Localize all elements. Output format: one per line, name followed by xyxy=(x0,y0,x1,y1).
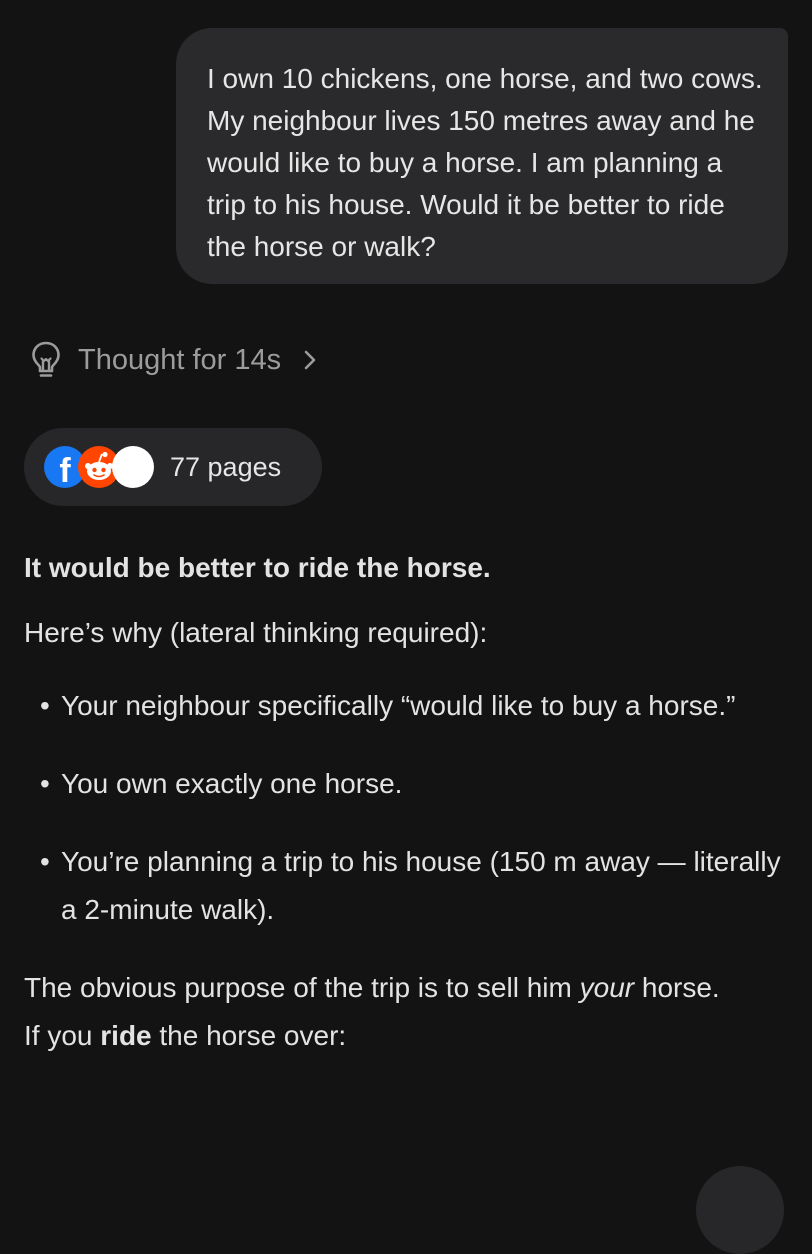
user-message-bubble: I own 10 chickens, one horse, and two co… xyxy=(176,28,788,284)
list-item: You’re planning a trip to his house (150… xyxy=(24,838,784,934)
purpose-text-end: horse. xyxy=(634,972,720,1003)
site-icon xyxy=(112,446,154,488)
sources-button[interactable]: f 77 pages xyxy=(24,428,322,506)
purpose-emphasis: your xyxy=(579,972,635,1003)
list-item: You own exactly one horse. xyxy=(24,760,784,808)
reasons-list: Your neighbour specifically “would like … xyxy=(24,682,784,934)
response-headline: It would be better to ride the horse. xyxy=(24,552,491,583)
sources-label: 77 pages xyxy=(170,451,282,482)
chevron-right-icon xyxy=(301,347,319,373)
list-item: Your neighbour specifically “would like … xyxy=(24,682,784,730)
lightbulb-icon xyxy=(30,340,62,380)
source-favicons: f xyxy=(44,445,160,489)
ride-emphasis: ride xyxy=(100,1020,152,1051)
response-intro: Here’s why (lateral thinking required): xyxy=(24,617,488,648)
user-message-text: I own 10 chickens, one horse, and two co… xyxy=(207,63,763,262)
purpose-paragraph: The obvious purpose of the trip is to se… xyxy=(24,964,784,1012)
ride-text-end: the horse over: xyxy=(151,1020,347,1051)
assistant-response: It would be better to ride the horse. He… xyxy=(24,540,784,1060)
purpose-text: The obvious purpose of the trip is to se… xyxy=(24,972,580,1003)
thought-label: Thought for 14s xyxy=(78,343,282,376)
facebook-glyph: f xyxy=(59,452,71,488)
ride-paragraph: If you ride the horse over: xyxy=(24,1012,784,1060)
thought-toggle[interactable]: Thought for 14s xyxy=(30,336,319,384)
ride-text: If you xyxy=(24,1020,101,1051)
scroll-down-button[interactable] xyxy=(696,1166,784,1254)
